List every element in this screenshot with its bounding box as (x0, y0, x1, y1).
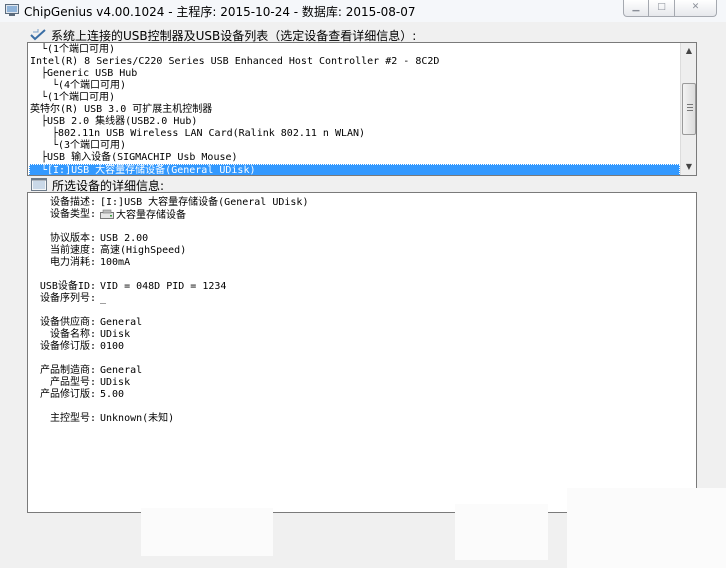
detail-row: 设备序列号: _ (28, 293, 688, 305)
tree-item[interactable]: ├USB 2.0 集线器(USB2.0 Hub) (30, 116, 197, 128)
app-icon (5, 4, 19, 16)
scroll-down-icon[interactable]: ▼ (681, 159, 696, 175)
detail-value: [I:]USB 大容量存储设备(General UDisk) (100, 197, 308, 209)
details-window-icon (31, 178, 47, 191)
detail-row: 设备类型: 大容量存储设备 (28, 209, 688, 221)
obscured-area-2 (455, 504, 548, 560)
device-details-panel: 设备描述: [I:]USB 大容量存储设备(General UDisk) 设备类型:… (27, 192, 697, 513)
detail-value: Unknown(未知) (100, 413, 174, 425)
minimize-icon: ▁ (632, 2, 640, 12)
title-bar: ChipGenius v4.00.1024 - 主程序: 2015-10-24 … (0, 0, 726, 22)
tree-item[interactable]: └(3个端口可用) (30, 140, 126, 152)
obscured-area-1 (141, 508, 273, 556)
detail-row: 设备描述: [I:]USB 大容量存储设备(General UDisk) (28, 197, 688, 209)
detail-value-text: UDisk (100, 329, 131, 340)
detail-value: UDisk (100, 329, 130, 341)
detail-row (28, 401, 688, 413)
scroll-up-icon[interactable]: ▲ (681, 43, 696, 59)
detail-value-text: _ (100, 293, 107, 304)
detail-label: 当前速度: (49, 245, 96, 256)
detail-row: 电力消耗: 100mA (28, 257, 688, 269)
usb-disk-icon (100, 209, 114, 219)
tree-item[interactable]: └(4个端口可用) (30, 80, 126, 92)
detail-row (28, 353, 688, 365)
window-title: ChipGenius v4.00.1024 - 主程序: 2015-10-24 … (24, 5, 416, 19)
tree-item[interactable]: └(1个端口可用) (30, 44, 115, 56)
detail-label: 设备序列号: (39, 293, 96, 304)
detail-label: USB设备ID: (39, 281, 96, 292)
detail-label: 产品型号: (49, 377, 96, 388)
maximize-button[interactable]: □ (648, 0, 675, 17)
detail-value-text: 100mA (100, 257, 131, 268)
device-tree-list[interactable]: └(1个端口可用) Intel(R) 8 Series/C220 Series U… (27, 42, 697, 176)
detail-label: 设备供应商: (39, 317, 96, 328)
detail-value: General (100, 317, 142, 329)
detail-value: 0100 (100, 341, 124, 353)
detail-row: 设备修订版: 0100 (28, 341, 688, 353)
scrollbar-grip-icon (687, 104, 693, 113)
minimize-button[interactable]: ▁ (623, 0, 649, 17)
detail-value: _ (100, 293, 106, 305)
obscured-area-3 (567, 488, 726, 568)
detail-value: 5.00 (100, 389, 124, 401)
detail-row: 产品修订版: 5.00 (28, 389, 688, 401)
detail-value: USB 2.00 (100, 233, 148, 245)
detail-row: 设备供应商: General (28, 317, 688, 329)
tree-item[interactable]: ├Generic USB Hub (30, 68, 137, 80)
tree-item[interactable]: Intel(R) 8 Series/C220 Series USB Enhanc… (30, 56, 439, 68)
detail-row: USB设备ID: VID = 048D PID = 1234 (28, 281, 688, 293)
detail-value-text: General (100, 365, 143, 376)
detail-label: 设备修订版: (39, 341, 96, 352)
maximize-icon: □ (657, 2, 666, 12)
detail-label: 设备名称: (49, 329, 96, 340)
detail-value-text: 5.00 (100, 389, 125, 400)
tree-item[interactable]: └(1个端口可用) (30, 92, 115, 104)
detail-row: 产品制造商: General (28, 365, 688, 377)
tree-item[interactable]: ├802.11n USB Wireless LAN Card(Ralink 80… (30, 128, 365, 140)
usb-connection-icon (30, 29, 46, 41)
detail-value-text: USB 2.00 (100, 233, 149, 244)
detail-label: 电力消耗: (49, 257, 96, 268)
detail-row (28, 269, 688, 281)
detail-value: General (100, 365, 142, 377)
detail-row (28, 221, 688, 233)
detail-value-text: VID = 048D PID = 1234 (100, 281, 227, 292)
detail-value-text: 大容量存储设备 (116, 210, 186, 221)
detail-row: 协议版本: USB 2.00 (28, 233, 688, 245)
detail-value-text: 高速(HighSpeed) (100, 245, 187, 256)
tree-item-selected[interactable]: └[I:]USB 大容量存储设备(General UDisk) (29, 164, 680, 175)
detail-row: 当前速度: 高速(HighSpeed) (28, 245, 688, 257)
detail-label: 产品制造商: (39, 365, 96, 376)
tree-item[interactable]: 英特尔(R) USB 3.0 可扩展主机控制器 (30, 104, 212, 116)
device-list-scrollbar[interactable]: ▲ ▼ (680, 43, 696, 175)
detail-row: 主控型号: Unknown(未知) (28, 413, 688, 425)
detail-label: 设备描述: (49, 197, 96, 208)
detail-row (28, 305, 688, 317)
detail-value: VID = 048D PID = 1234 (100, 281, 226, 293)
detail-value-text: Unknown(未知) (100, 413, 175, 424)
detail-value-text: 0100 (100, 341, 125, 352)
close-icon: ✕ (691, 2, 700, 12)
detail-label: 协议版本: (49, 233, 96, 244)
detail-value: UDisk (100, 377, 130, 389)
detail-value-text: UDisk (100, 377, 131, 388)
detail-value: 100mA (100, 257, 130, 269)
detail-label: 产品修订版: (39, 389, 96, 400)
detail-value: 高速(HighSpeed) (100, 245, 186, 257)
detail-row: 产品型号: UDisk (28, 377, 688, 389)
detail-label: 设备类型: (49, 209, 96, 220)
detail-value-text: [I:]USB 大容量存储设备(General UDisk) (100, 197, 309, 208)
close-button[interactable]: ✕ (674, 0, 717, 17)
detail-row: 设备名称: UDisk (28, 329, 688, 341)
detail-value-text: General (100, 317, 143, 328)
tree-item[interactable]: ├USB 输入设备(SIGMACHIP Usb Mouse) (30, 152, 238, 164)
scrollbar-thumb[interactable] (682, 83, 696, 135)
detail-label: 主控型号: (49, 413, 96, 424)
